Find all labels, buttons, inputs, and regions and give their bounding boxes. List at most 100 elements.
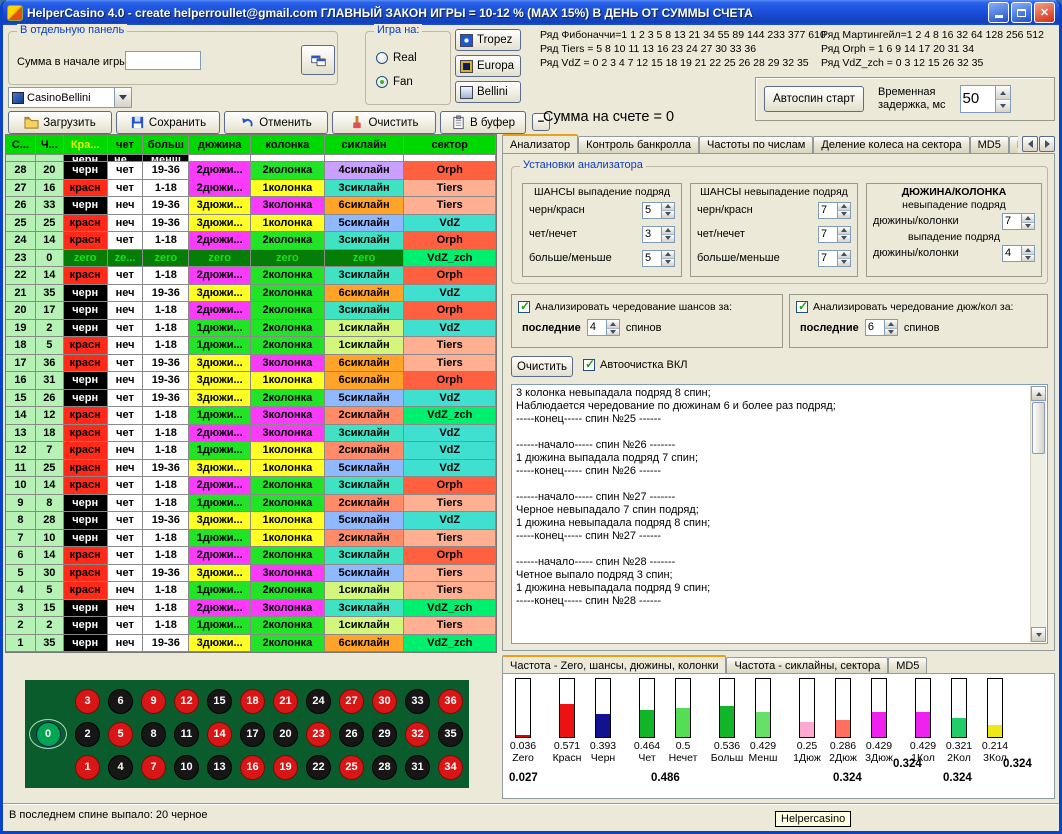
spinner-down-icon[interactable] <box>606 328 619 336</box>
number-spinner[interactable]: 7 <box>818 226 851 243</box>
analyzer-log[interactable]: 3 колонка невыпадала подряд 8 спин;Наблю… <box>511 384 1048 644</box>
board-number[interactable]: 8 <box>141 722 166 747</box>
tab--[interactable]: Деление колеса на сектора <box>813 136 969 153</box>
table-row[interactable]: 614краснчет1-182дюжи...2колонка3сиклайнO… <box>6 547 496 565</box>
table-row[interactable]: 710чернчет1-181дюжи...1колонка2сиклайнTi… <box>6 530 496 548</box>
number-spinner[interactable]: 7 <box>818 202 851 219</box>
clear-log-button[interactable]: Очистить <box>511 356 573 377</box>
spinner-up-icon[interactable] <box>1021 214 1034 222</box>
table-row[interactable]: 192чернчет1-181дюжи...2колонка1сиклайнVd… <box>6 320 496 338</box>
spinner-up-icon[interactable] <box>661 203 674 211</box>
tab--[interactable]: Частоты по числам <box>699 136 813 153</box>
table-row[interactable]: 127красннеч1-181дюжи...1колонка2сиклайнV… <box>6 442 496 460</box>
tab-scroll-left-icon[interactable] <box>1022 136 1038 152</box>
spinner-down-icon[interactable] <box>837 234 850 242</box>
spinner-up-icon[interactable] <box>837 227 850 235</box>
scrollbar-thumb[interactable] <box>1032 402 1045 454</box>
load-button[interactable]: Загрузить <box>8 111 112 134</box>
board-number[interactable]: 30 <box>372 689 397 714</box>
board-number[interactable]: 20 <box>273 722 298 747</box>
board-number[interactable]: 36 <box>438 689 463 714</box>
tab--[interactable]: Частота - сиклайны, сектора <box>726 657 888 674</box>
table-row[interactable]: 1526чернчет19-363дюжи...2колонка5сиклайн… <box>6 390 496 408</box>
table-row[interactable]: 135черннеч19-363дюжи...2колонка6сиклайнV… <box>6 635 496 653</box>
board-number[interactable]: 3 <box>75 689 100 714</box>
number-spinner[interactable]: 50 <box>960 85 1011 113</box>
board-number[interactable]: 6 <box>108 689 133 714</box>
board-number[interactable]: 7 <box>141 755 166 780</box>
spinner-up-icon[interactable] <box>837 203 850 211</box>
board-number[interactable]: 5 <box>108 722 133 747</box>
autoclear-checkbox[interactable] <box>583 359 595 371</box>
table-row[interactable]: 2820чернчет19-362дюжи...2колонка4сиклайн… <box>6 162 496 180</box>
table-row[interactable]: 2633черннеч19-363дюжи...3колонка6сиклайн… <box>6 197 496 215</box>
board-number[interactable]: 35 <box>438 722 463 747</box>
board-number[interactable]: 14 <box>207 722 232 747</box>
table-row[interactable]: 2414краснчет1-182дюжи...2колонка3сиклайн… <box>6 232 496 250</box>
table-row[interactable]: 1736краснчет19-363дюжи...3колонка6сиклай… <box>6 355 496 373</box>
number-spinner[interactable]: 5 <box>642 202 675 219</box>
board-number[interactable]: 17 <box>240 722 265 747</box>
tab--[interactable]: Анализатор <box>502 134 578 153</box>
spinner-up-icon[interactable] <box>606 320 619 328</box>
board-number[interactable]: 15 <box>207 689 232 714</box>
board-number[interactable]: 9 <box>141 689 166 714</box>
board-number[interactable]: 28 <box>372 755 397 780</box>
spinner-up-icon[interactable] <box>995 86 1010 99</box>
tab-md5[interactable]: MD5 <box>888 657 927 674</box>
table-row[interactable]: 185красннеч1-181дюжи...2колонка1сиклайнT… <box>6 337 496 355</box>
radio-real[interactable]: Real <box>376 52 417 64</box>
board-number[interactable]: 18 <box>240 689 265 714</box>
board-number[interactable]: 32 <box>405 722 430 747</box>
board-number[interactable]: 31 <box>405 755 430 780</box>
detach-panel-button[interactable] <box>301 45 335 75</box>
board-number[interactable]: 26 <box>339 722 364 747</box>
table-row[interactable]: 2135черннеч19-363дюжи...2колонка6сиклайн… <box>6 285 496 303</box>
radio-fan[interactable]: Fan <box>376 76 413 88</box>
board-number[interactable]: 22 <box>306 755 331 780</box>
board-number[interactable]: 24 <box>306 689 331 714</box>
spinner-down-icon[interactable] <box>1021 222 1034 230</box>
number-spinner[interactable]: 4 <box>1002 245 1035 262</box>
board-number[interactable]: 19 <box>273 755 298 780</box>
number-spinner[interactable]: 6 <box>865 319 898 336</box>
tab--[interactable]: Ко <box>1009 136 1018 153</box>
number-spinner[interactable]: 4 <box>587 319 620 336</box>
board-number[interactable]: 16 <box>240 755 265 780</box>
board-number[interactable]: 33 <box>405 689 430 714</box>
alternation-dozens-checkbox[interactable] <box>796 301 808 313</box>
number-spinner[interactable]: 5 <box>642 250 675 267</box>
spinner-down-icon[interactable] <box>661 258 674 266</box>
clear-button[interactable]: Очистить <box>332 111 436 134</box>
start-sum-input[interactable] <box>125 51 201 70</box>
casino-button-europa[interactable]: Europa <box>455 55 521 77</box>
number-spinner[interactable]: 7 <box>1002 213 1035 230</box>
tab-md5[interactable]: MD5 <box>970 136 1009 153</box>
minimize-button[interactable] <box>988 2 1009 23</box>
close-button[interactable]: ✕ <box>1034 2 1055 23</box>
table-row[interactable]: 1318краснчет1-182дюжи...3колонка3сиклайн… <box>6 425 496 443</box>
board-number[interactable]: 27 <box>339 689 364 714</box>
spinner-down-icon[interactable] <box>661 210 674 218</box>
tab-scroll-right-icon[interactable] <box>1039 136 1055 152</box>
autospin-start-button[interactable]: Автоспин старт <box>764 86 864 112</box>
board-number[interactable]: 2 <box>75 722 100 747</box>
table-row[interactable]: 2214краснчет1-182дюжи...2колонка3сиклайн… <box>6 267 496 285</box>
table-row[interactable]: 2017черннеч1-182дюжи...2колонка3сиклайнO… <box>6 302 496 320</box>
table-row[interactable]: 2525красннеч19-363дюжи...1колонка5сиклай… <box>6 215 496 233</box>
table-row[interactable]: 2716краснчет1-182дюжи...1колонка3сиклайн… <box>6 180 496 198</box>
table-row[interactable]: 45красннеч1-181дюжи...2колонка1сиклайнTi… <box>6 582 496 600</box>
board-number[interactable]: 25 <box>339 755 364 780</box>
number-spinner[interactable]: 3 <box>642 226 675 243</box>
board-number[interactable]: 23 <box>306 722 331 747</box>
scroll-up-icon[interactable] <box>1031 386 1046 401</box>
table-row[interactable]: 530краснчет19-363дюжи...3колонка5сиклайн… <box>6 565 496 583</box>
spinner-down-icon[interactable] <box>995 99 1010 112</box>
board-number[interactable]: 34 <box>438 755 463 780</box>
casino-button-tropez[interactable]: Tropez <box>455 29 521 51</box>
spinner-up-icon[interactable] <box>884 320 897 328</box>
table-row[interactable]: 230zeroze...zerozerozerozeroVdZ_zch <box>6 250 496 268</box>
maximize-button[interactable] <box>1011 2 1032 23</box>
table-row[interactable]: 828чернчет19-363дюжи...1колонка5сиклайнV… <box>6 512 496 530</box>
undo-button[interactable]: Отменить <box>224 111 328 134</box>
